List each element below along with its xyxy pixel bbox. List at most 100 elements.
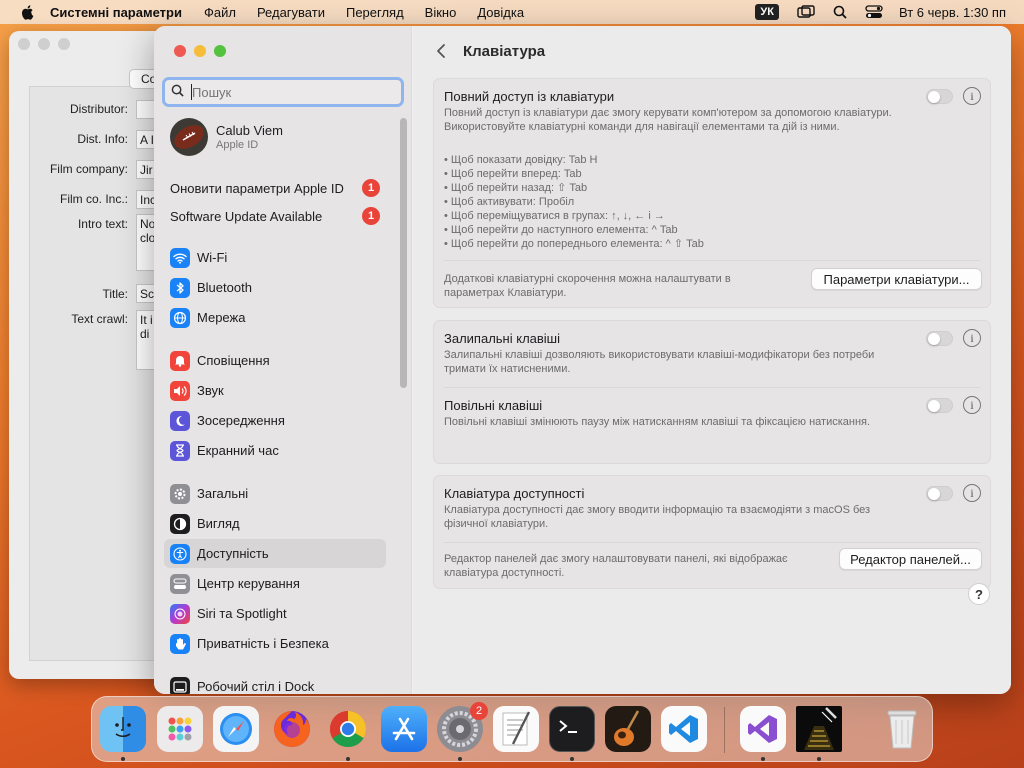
garageband-icon[interactable] (605, 706, 651, 752)
spotlight-search-icon[interactable] (831, 4, 849, 20)
screen-mirroring-icon[interactable] (797, 4, 815, 20)
menu-window[interactable]: Вікно (425, 5, 457, 20)
dist-info-label: Dist. Info: (77, 132, 128, 146)
siri-icon (170, 603, 190, 624)
menubar-clock[interactable]: Вт 6 черв. 1:30 пп (899, 5, 1006, 20)
sidebar-item-privacy-security[interactable]: Приватність і Безпека (164, 629, 386, 658)
film-co-inc-label: Film co. Inc.: (59, 192, 128, 206)
sidebar-item-label: Звук (197, 383, 224, 398)
menu-help[interactable]: Довідка (477, 5, 524, 20)
textedit-icon[interactable] (493, 706, 539, 752)
sidebar-item-label: Siri та Spotlight (197, 606, 287, 621)
running-indicator (121, 757, 125, 761)
menu-view[interactable]: Перегляд (346, 5, 404, 20)
sidebar-item-notifications[interactable]: Сповіщення (164, 346, 386, 375)
chrome-icon[interactable] (325, 706, 371, 752)
info-icon[interactable]: i (963, 396, 981, 414)
firefox-icon[interactable] (269, 706, 315, 752)
software-update-badge: 1 (362, 207, 380, 225)
distributor-label: Distributor: (69, 102, 128, 116)
control-center-icon[interactable] (865, 4, 883, 20)
sidebar-item-sound[interactable]: Звук (164, 376, 386, 405)
sidebar-scrollbar[interactable] (400, 118, 407, 388)
sidebar-item-label: Центр керування (197, 576, 300, 591)
zoom-button[interactable] (214, 45, 226, 57)
bg-close-button[interactable] (18, 38, 30, 50)
bg-minimize-button[interactable] (38, 38, 50, 50)
update-apple-id-item[interactable]: Оновити параметри Apple ID (170, 176, 344, 200)
info-icon[interactable]: i (963, 329, 981, 347)
finder-icon[interactable] (100, 706, 146, 752)
running-indicator (761, 757, 765, 761)
back-chevron-icon[interactable] (433, 42, 451, 60)
shortcut-item: • Щоб перейти до наступного елемента: ^ … (444, 224, 678, 236)
sidebar-item-siri-spotlight[interactable]: Siri та Spotlight (164, 599, 386, 628)
minimize-button[interactable] (194, 45, 206, 57)
sidebar-item-label: Вигляд (197, 516, 240, 531)
sidebar-item-general[interactable]: Загальні (164, 479, 386, 508)
panel-editor-button[interactable]: Редактор панелей... (839, 548, 982, 570)
profile-name: Calub Viem (216, 123, 283, 138)
visual-studio-icon[interactable] (740, 706, 786, 752)
apple-menu-icon[interactable] (20, 4, 36, 20)
terminal-icon[interactable] (549, 706, 595, 752)
sidebar-item-appearance[interactable]: Вигляд (164, 509, 386, 538)
accessibility-keyboard-title: Клавіатура доступності (444, 486, 585, 501)
keyboard-settings-button[interactable]: Параметри клавіатури... (811, 268, 982, 290)
sidebar-item-control-center[interactable]: Центр керування (164, 569, 386, 598)
app-store-icon[interactable] (381, 706, 427, 752)
shortcut-item: • Щоб перейти до попереднього елемента: … (444, 238, 704, 250)
moon-icon (170, 410, 190, 431)
sidebar-item-label: Загальні (197, 486, 249, 501)
vscode-icon[interactable] (661, 706, 707, 752)
sidebar-item-label: Приватність і Безпека (197, 636, 329, 651)
input-source-indicator[interactable]: УК (755, 4, 779, 20)
menu-file[interactable]: Файл (204, 5, 236, 20)
dock-separator (724, 707, 725, 753)
slow-keys-toggle[interactable] (926, 398, 953, 413)
info-icon[interactable]: i (963, 484, 981, 502)
hand-icon (170, 633, 190, 654)
divider (444, 260, 980, 261)
search-input[interactable] (192, 84, 392, 100)
shortcut-item: • Щоб перейти вперед: Tab (444, 168, 582, 180)
sidebar-item-bluetooth[interactable]: Bluetooth (164, 273, 386, 302)
sticky-keys-desc: Залипальні клавіші дозволяють використов… (444, 349, 875, 375)
launchpad-icon[interactable] (157, 706, 203, 752)
sidebar-item-label: Wi-Fi (197, 250, 228, 265)
trash-icon[interactable] (879, 706, 925, 752)
app-menu[interactable]: Системні параметри (50, 5, 182, 20)
control-center-icon (170, 573, 190, 594)
avatar (170, 118, 208, 156)
bg-zoom-button[interactable] (58, 38, 70, 50)
search-icon (171, 84, 184, 100)
title-label: Title: (102, 287, 128, 301)
starwars-crawl-icon[interactable] (796, 706, 842, 752)
info-icon[interactable]: i (963, 87, 981, 105)
accessibility-keyboard-toggle[interactable] (926, 486, 953, 501)
sidebar-item-screen-time[interactable]: Екранний час (164, 436, 386, 465)
full-keyboard-access-toggle[interactable] (926, 89, 953, 104)
sidebar-item-wifi[interactable]: Wi-Fi (164, 243, 386, 272)
software-update-item[interactable]: Software Update Available (170, 204, 322, 228)
sidebar-item-network[interactable]: Мережа (164, 303, 386, 332)
menu-edit[interactable]: Редагувати (257, 5, 325, 20)
sidebar-item-accessibility[interactable]: Доступність (164, 539, 386, 568)
close-button[interactable] (174, 45, 186, 57)
settings-badge: 2 (470, 702, 488, 720)
content-header: Клавіатура (433, 40, 545, 62)
film-company-label: Film company: (49, 162, 128, 176)
speaker-icon (170, 380, 190, 401)
menu-bar: Системні параметри Файл Редагувати Перег… (0, 0, 1024, 24)
sticky-slow-keys-card: Залипальні клавіші i Залипальні клавіші … (433, 320, 991, 464)
apple-id-profile[interactable]: Calub Viem Apple ID (170, 118, 283, 156)
divider (444, 387, 980, 388)
sticky-keys-title: Залипальні клавіші (444, 331, 560, 346)
safari-icon[interactable] (213, 706, 259, 752)
sidebar-item-focus[interactable]: Зосередження (164, 406, 386, 435)
sidebar-item-desktop-dock[interactable]: Робочий стіл і Dock (164, 672, 386, 694)
help-button[interactable]: ? (968, 583, 990, 605)
search-field[interactable] (162, 77, 404, 107)
sticky-keys-toggle[interactable] (926, 331, 953, 346)
shortcut-item: • Щоб показати довідку: Tab H (444, 154, 598, 166)
